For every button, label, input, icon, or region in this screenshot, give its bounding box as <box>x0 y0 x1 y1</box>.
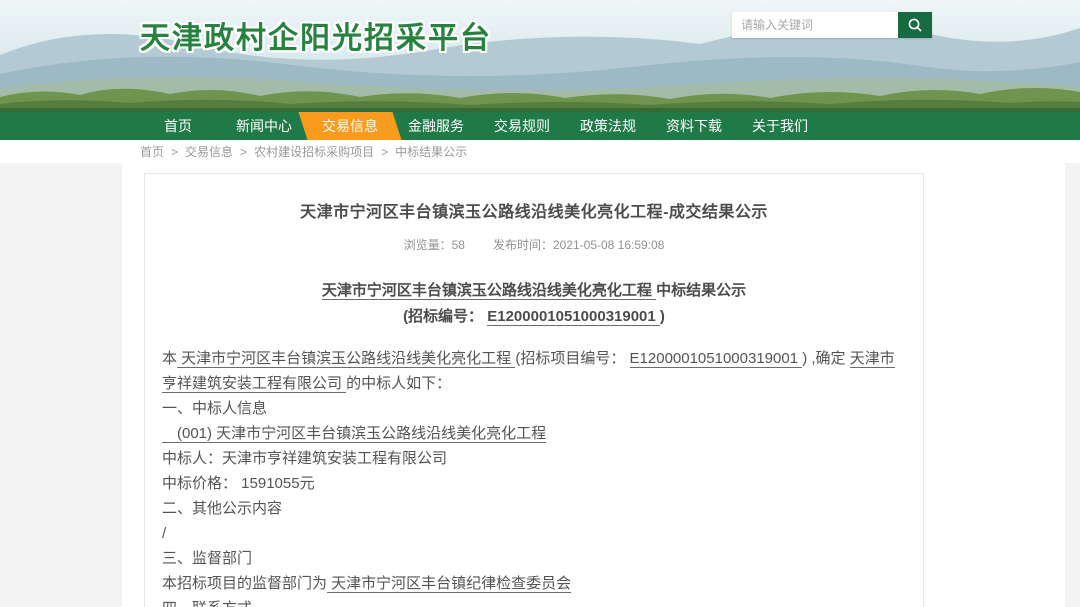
search-button[interactable] <box>898 12 932 38</box>
content-area: 天津市宁河区丰台镇滨玉公路线沿线美化亮化工程-成交结果公示 浏览量：58 发布时间… <box>0 163 1080 607</box>
text-segment: 二、其他公示内容 <box>162 500 282 517</box>
nav-item-label: 资料下载 <box>666 116 722 136</box>
nav-item[interactable]: 新闻中心 <box>221 112 307 140</box>
nav-item-label: 交易规则 <box>494 116 550 136</box>
breadcrumb: 首页 > 交易信息 > 农村建设招标采购项目 > 中标结果公示 <box>0 140 1080 163</box>
breadcrumb-separator: > <box>171 145 178 159</box>
underlined-text: 天津市宁河区丰台镇滨玉公路线沿线美化亮化工程 <box>322 282 656 300</box>
site-banner: 天津政村企阳光招采平台 <box>0 0 1080 112</box>
article-subtitle-block: 天津市宁河区丰台镇滨玉公路线沿线美化亮化工程 中标结果公示(招标编号： E120… <box>162 278 906 330</box>
nav-item[interactable]: 首页 <box>135 112 221 140</box>
article-title: 天津市宁河区丰台镇滨玉公路线沿线美化亮化工程-成交结果公示 <box>162 198 906 222</box>
breadcrumb-separator: > <box>240 145 247 159</box>
views-label: 浏览量： <box>404 238 452 252</box>
breadcrumb-item[interactable]: 交易信息 <box>185 143 233 160</box>
text-segment: (招标项目编号： <box>515 350 629 367</box>
search-icon <box>907 17 923 33</box>
nav-item-label: 政策法规 <box>580 116 636 136</box>
text-segment: 本 <box>162 350 177 367</box>
nav-item[interactable]: 关于我们 <box>737 112 823 140</box>
article-line: (招标编号： E1200001051000319001 ) <box>162 304 906 330</box>
publish-time-label: 发布时间： <box>493 238 553 252</box>
breadcrumb-item[interactable]: 中标结果公示 <box>395 143 467 160</box>
article-line: (001) 天津市宁河区丰台镇滨玉公路线沿线美化亮化工程 <box>162 421 906 446</box>
text-segment: 一、中标人信息 <box>162 400 267 417</box>
article-line: / <box>162 521 906 546</box>
underlined-text: E1200001051000319001 <box>630 350 803 368</box>
text-segment: ) <box>660 308 665 325</box>
site-title: 天津政村企阳光招采平台 <box>140 13 492 57</box>
breadcrumb-item[interactable]: 首页 <box>140 143 164 160</box>
article-body: 本 天津市宁河区丰台镇滨玉公路线沿线美化亮化工程 (招标项目编号： E12000… <box>162 346 906 607</box>
text-segment: 的中标人如下： <box>346 375 451 392</box>
breadcrumb-separator: > <box>381 145 388 159</box>
text-segment: (招标编号： <box>403 308 487 325</box>
article-line: 二、其他公示内容 <box>162 496 906 521</box>
underlined-text: 天津市宁河区丰台镇纪律检查委员会 <box>327 575 571 593</box>
page-container: 天津市宁河区丰台镇滨玉公路线沿线美化亮化工程-成交结果公示 浏览量：58 发布时间… <box>122 163 1065 607</box>
underlined-text: E1200001051000319001 <box>487 308 660 326</box>
main-nav: 首页 新闻中心 交易信息 金融服务 交易规则 政策法规 资料下载 关于我们 <box>0 112 1080 140</box>
nav-item-label: 关于我们 <box>752 116 808 136</box>
nav-item-label: 新闻中心 <box>236 116 292 136</box>
publish-time: 2021-05-08 16:59:08 <box>553 238 664 252</box>
article-line: 本招标项目的监督部门为 天津市宁河区丰台镇纪律检查委员会 <box>162 571 906 596</box>
nav-item-label: 首页 <box>164 116 192 136</box>
text-segment: 中标价格： 1591055元 <box>162 475 315 492</box>
search-input[interactable] <box>732 12 898 38</box>
text-segment: 本招标项目的监督部门为 <box>162 575 327 592</box>
article-line: 一、中标人信息 <box>162 396 906 421</box>
nav-item-label: 金融服务 <box>408 116 464 136</box>
article-line: 中标人：天津市亨祥建筑安装工程有限公司 <box>162 446 906 471</box>
nav-item[interactable]: 交易信息 <box>307 112 393 140</box>
views-count: 58 <box>452 238 465 252</box>
nav-item[interactable]: 政策法规 <box>565 112 651 140</box>
search-bar <box>732 12 932 38</box>
article-line: 本 天津市宁河区丰台镇滨玉公路线沿线美化亮化工程 (招标项目编号： E12000… <box>162 346 906 396</box>
nav-item[interactable]: 交易规则 <box>479 112 565 140</box>
underlined-text: (001) 天津市宁河区丰台镇滨玉公路线沿线美化亮化工程 <box>162 425 546 443</box>
text-segment: ) ,确定 <box>802 350 850 367</box>
announcement-card: 天津市宁河区丰台镇滨玉公路线沿线美化亮化工程-成交结果公示 浏览量：58 发布时间… <box>144 173 924 607</box>
text-segment: 三、监督部门 <box>162 550 252 567</box>
text-segment: 中标结果公示 <box>656 282 746 299</box>
underlined-text: 天津市宁河区丰台镇滨玉公路线沿线美化亮化工程 <box>177 350 515 368</box>
article-line: 中标价格： 1591055元 <box>162 471 906 496</box>
article-line: 四、联系方式 <box>162 596 906 607</box>
text-segment: 四、联系方式 <box>162 600 252 607</box>
nav-item-label: 交易信息 <box>322 116 378 136</box>
nav-item[interactable]: 金融服务 <box>393 112 479 140</box>
article-line: 三、监督部门 <box>162 546 906 571</box>
text-segment: 中标人：天津市亨祥建筑安装工程有限公司 <box>162 450 447 467</box>
article-line: 天津市宁河区丰台镇滨玉公路线沿线美化亮化工程 中标结果公示 <box>162 278 906 304</box>
breadcrumb-item[interactable]: 农村建设招标采购项目 <box>254 143 374 160</box>
text-segment: / <box>162 525 166 542</box>
article-meta: 浏览量：58 发布时间：2021-05-08 16:59:08 <box>162 236 906 253</box>
nav-item[interactable]: 资料下载 <box>651 112 737 140</box>
